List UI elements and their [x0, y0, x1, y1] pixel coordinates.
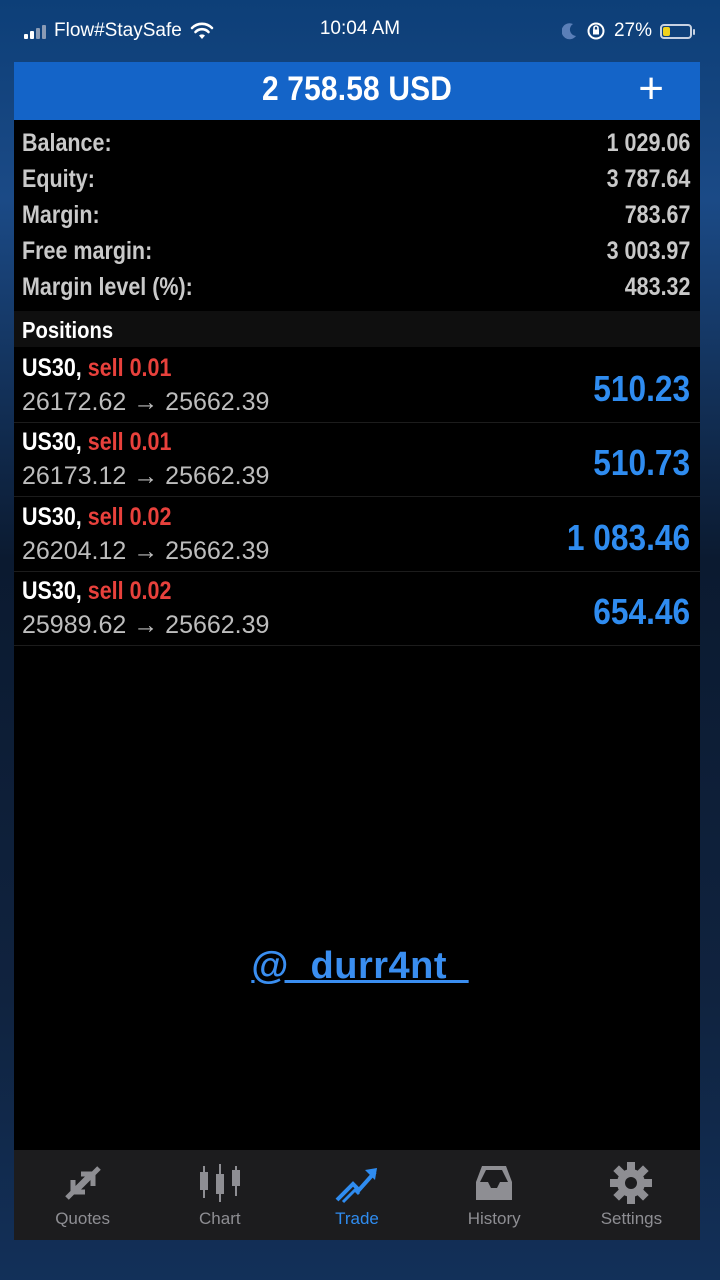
summary-value: 3 787.64: [606, 165, 690, 193]
position-prices: 26173.12 → 25662.39: [22, 462, 270, 490]
position-title: US30, sell 0.01: [22, 428, 171, 457]
summary-row-margin: Margin: 783.67: [14, 196, 700, 232]
position-row[interactable]: US30, sell 0.01 26173.12 → 25662.39 510.…: [14, 422, 700, 497]
candlestick-chart-icon: [199, 1164, 240, 1202]
position-side: sell 0.01: [87, 428, 172, 456]
positions-title: Positions: [22, 317, 114, 343]
tab-label: History: [467, 1209, 521, 1228]
status-right: 27%: [561, 18, 695, 44]
tab-label: Quotes: [55, 1209, 110, 1228]
tab-settings[interactable]: Settings: [563, 1150, 700, 1240]
position-prices: 26172.62 → 25662.39: [22, 388, 270, 416]
moon-icon: [561, 23, 576, 40]
tab-history[interactable]: History: [426, 1150, 563, 1240]
status-bar: Flow#StaySafe 10:04 AM 27%: [0, 0, 720, 62]
summary-row-equity: Equity: 3 787.64: [14, 160, 700, 196]
summary-value: 483.32: [624, 273, 690, 301]
position-symbol: US30,: [22, 503, 82, 531]
watermark-text: @_durr4nt_: [251, 945, 469, 987]
tab-chart[interactable]: Chart: [151, 1150, 288, 1240]
summary-label: Equity:: [22, 165, 95, 193]
position-side: sell 0.02: [87, 577, 172, 605]
position-title: US30, sell 0.02: [22, 503, 171, 532]
position-prices: 25989.62 → 25662.39: [22, 611, 270, 639]
summary-label: Balance:: [22, 129, 112, 157]
orientation-lock-icon: [587, 22, 605, 40]
position-symbol: US30,: [22, 354, 82, 382]
battery-percent: 27%: [613, 20, 652, 41]
summary-label: Margin:: [22, 201, 100, 229]
summary-row-balance: Balance: 1 029.06: [14, 124, 700, 160]
tab-label: Chart: [199, 1209, 241, 1228]
position-profit: 510.73: [593, 442, 690, 483]
position-symbol: US30,: [22, 428, 82, 456]
tab-label: Settings: [600, 1209, 663, 1228]
position-profit: 654.46: [593, 591, 690, 632]
position-row[interactable]: US30, sell 0.01 26172.62 → 25662.39 510.…: [14, 348, 700, 423]
trade-trend-icon: [335, 1168, 377, 1204]
tab-label: Trade: [335, 1209, 379, 1228]
battery-fill: [663, 26, 670, 36]
summary-label: Margin level (%):: [22, 273, 193, 301]
add-order-button[interactable]: +: [638, 64, 664, 114]
inbox-tray-icon: [476, 1166, 513, 1200]
position-profit: 510.23: [593, 368, 690, 409]
summary-value: 1 029.06: [606, 129, 690, 157]
summary-row-free-margin: Free margin: 3 003.97: [14, 232, 700, 268]
account-total-title: 2 758.58 USD: [261, 70, 453, 108]
tab-quotes[interactable]: Quotes: [14, 1150, 151, 1240]
summary-row-margin-level: Margin level (%): 483.32: [14, 268, 700, 304]
quotes-arrows-icon: [64, 1166, 101, 1200]
position-title: US30, sell 0.02: [22, 577, 171, 606]
position-profit: 1 083.46: [566, 517, 690, 558]
bottom-tab-bar: Quotes Chart Trade History Settings: [14, 1150, 700, 1240]
position-title: US30, sell 0.01: [22, 354, 171, 383]
tab-trade[interactable]: Trade: [288, 1150, 425, 1240]
summary-value: 783.67: [624, 201, 690, 229]
gear-icon: [610, 1162, 653, 1204]
position-row[interactable]: US30, sell 0.02 25989.62 → 25662.39 654.…: [14, 571, 700, 646]
position-row[interactable]: US30, sell 0.02 26204.12 → 25662.39 1 08…: [14, 497, 700, 572]
position-side: sell 0.01: [87, 354, 172, 382]
header: 2 758.58 USD +: [14, 62, 700, 120]
summary-label: Free margin:: [22, 237, 153, 265]
position-prices: 26204.12 → 25662.39: [22, 537, 270, 565]
trade-content: Balance: 1 029.06 Equity: 3 787.64 Margi…: [14, 120, 700, 1150]
positions-section-header: Positions: [14, 311, 700, 347]
position-side: sell 0.02: [87, 503, 172, 531]
battery-icon: [660, 23, 695, 39]
position-symbol: US30,: [22, 577, 82, 605]
summary-value: 3 003.97: [606, 237, 690, 265]
